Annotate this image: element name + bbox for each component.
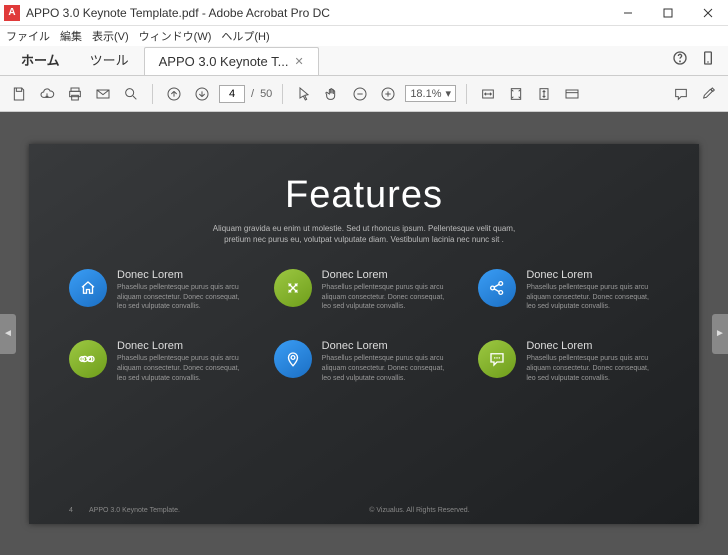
close-button[interactable] [688, 0, 728, 25]
tab-bar: ホーム ツール APPO 3.0 Keynote T... ✕ [0, 46, 728, 76]
feature-desc: Phasellus pellentesque purus quis arcu a… [117, 283, 250, 312]
subtitle-line1: Aliquam gravida eu enim ut molestie. Sed… [213, 224, 515, 233]
menu-view[interactable]: 表示(V) [92, 28, 129, 44]
pointer-icon[interactable] [293, 83, 315, 105]
hand-icon[interactable] [321, 83, 343, 105]
feature-item: Donec Lorem Phasellus pellentesque purus… [69, 269, 250, 312]
print-icon[interactable] [64, 83, 86, 105]
page-sep: / [251, 88, 254, 100]
menu-window[interactable]: ウィンドウ(W) [139, 28, 212, 44]
save-icon[interactable] [8, 83, 30, 105]
email-icon[interactable] [92, 83, 114, 105]
search-icon[interactable] [120, 83, 142, 105]
feature-desc: Phasellus pellentesque purus quis arcu a… [322, 283, 455, 312]
prev-page-icon[interactable] [163, 83, 185, 105]
read-mode-icon[interactable] [561, 83, 583, 105]
feature-item: Donec Lorem Phasellus pellentesque purus… [478, 340, 659, 383]
window-controls [608, 0, 728, 25]
document-viewport: ◄ ► Features Aliquam gravida eu enim ut … [0, 112, 728, 555]
next-page-icon[interactable] [191, 83, 213, 105]
menu-help[interactable]: ヘルプ(H) [221, 28, 269, 44]
fit-width-icon[interactable] [477, 83, 499, 105]
location-icon [274, 340, 312, 378]
feature-item: Donec Lorem Phasellus pellentesque purus… [478, 269, 659, 312]
chevron-down-icon: ▾ [446, 87, 452, 100]
tab-document-label: APPO 3.0 Keynote T... [159, 54, 289, 69]
feature-item: Donec Lorem Phasellus pellentesque purus… [69, 340, 250, 383]
tab-home[interactable]: ホーム [6, 43, 75, 75]
share-icon [478, 269, 516, 307]
feature-title: Donec Lorem [526, 340, 659, 352]
window-title: APPO 3.0 Keynote Template.pdf - Adobe Ac… [26, 6, 608, 20]
feature-title: Donec Lorem [526, 269, 659, 281]
slide-page: Features Aliquam gravida eu enim ut mole… [29, 144, 699, 524]
page-total: 50 [260, 88, 272, 100]
tab-close-icon[interactable]: ✕ [294, 55, 303, 68]
next-page-arrow[interactable]: ► [712, 314, 728, 354]
chat-icon [478, 340, 516, 378]
feature-title: Donec Lorem [322, 340, 455, 352]
prev-page-arrow[interactable]: ◄ [0, 314, 16, 354]
cloud-icon[interactable] [36, 83, 58, 105]
feature-desc: Phasellus pellentesque purus quis arcu a… [322, 354, 455, 383]
minimize-button[interactable] [608, 0, 648, 25]
comment-icon[interactable] [670, 83, 692, 105]
home-icon [69, 269, 107, 307]
feature-title: Donec Lorem [117, 340, 250, 352]
app-icon: A [4, 5, 20, 21]
zoom-value: 18.1% [410, 88, 441, 100]
zoom-in-icon[interactable] [377, 83, 399, 105]
feature-desc: Phasellus pellentesque purus quis arcu a… [117, 354, 250, 383]
page-number-input[interactable] [219, 85, 245, 103]
slide-page-number: 4 [69, 507, 89, 514]
feature-desc: Phasellus pellentesque purus quis arcu a… [526, 354, 659, 383]
tools-icon [274, 269, 312, 307]
menu-file[interactable]: ファイル [6, 28, 50, 44]
fit-page-icon[interactable] [505, 83, 527, 105]
tab-tools[interactable]: ツール [75, 43, 144, 75]
fit-height-icon[interactable] [533, 83, 555, 105]
slide-footer: 4 APPO 3.0 Keynote Template. © Vizualus.… [69, 507, 659, 514]
highlight-icon[interactable] [698, 83, 720, 105]
title-bar: A APPO 3.0 Keynote Template.pdf - Adobe … [0, 0, 728, 26]
tab-document[interactable]: APPO 3.0 Keynote T... ✕ [144, 47, 319, 75]
feature-desc: Phasellus pellentesque purus quis arcu a… [526, 283, 659, 312]
mobile-icon[interactable] [700, 50, 716, 69]
help-icon[interactable] [672, 50, 688, 69]
infinity-icon [69, 340, 107, 378]
feature-title: Donec Lorem [117, 269, 250, 281]
slide-subtitle: Aliquam gravida eu enim ut molestie. Sed… [69, 223, 659, 245]
menu-edit[interactable]: 編集 [60, 28, 82, 44]
zoom-select[interactable]: 18.1% ▾ [405, 85, 456, 102]
subtitle-line2: pretium nec purus eu, volutpat vulputate… [224, 235, 504, 244]
features-grid: Donec Lorem Phasellus pellentesque purus… [69, 269, 659, 384]
feature-item: Donec Lorem Phasellus pellentesque purus… [274, 269, 455, 312]
feature-title: Donec Lorem [322, 269, 455, 281]
slide-template-name: APPO 3.0 Keynote Template. [89, 507, 180, 514]
zoom-out-icon[interactable] [349, 83, 371, 105]
maximize-button[interactable] [648, 0, 688, 25]
feature-item: Donec Lorem Phasellus pellentesque purus… [274, 340, 455, 383]
toolbar: / 50 18.1% ▾ [0, 76, 728, 112]
slide-heading: Features [69, 174, 659, 217]
slide-copyright: © Vizualus. All Rights Reserved. [180, 507, 659, 514]
